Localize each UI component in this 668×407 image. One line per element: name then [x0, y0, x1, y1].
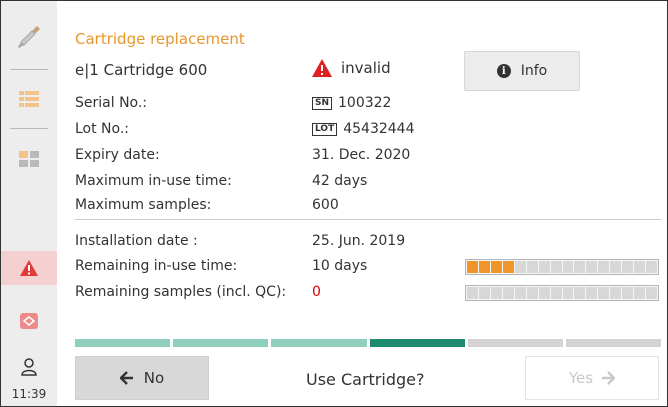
cartridge-icon[interactable]	[1, 309, 57, 333]
list-icon[interactable]	[1, 87, 57, 111]
bar-segment	[574, 261, 586, 273]
arrow-right-icon	[602, 371, 616, 385]
wizard-step	[565, 339, 662, 347]
bar-segment	[526, 287, 538, 299]
bar-segment	[514, 261, 526, 273]
bar-segment	[478, 261, 490, 273]
bar-segment	[646, 287, 657, 299]
bar-segment	[610, 261, 622, 273]
bar-segment	[550, 261, 562, 273]
bar-segment	[514, 287, 526, 299]
sn-tag: SN	[312, 96, 333, 110]
bar-segment	[467, 261, 478, 273]
no-button[interactable]: No	[75, 356, 209, 400]
lot-tag: LOT	[312, 122, 338, 136]
bar-segment	[586, 261, 598, 273]
sidebar: 11:39	[1, 1, 57, 406]
info-button-label: Info	[520, 63, 548, 79]
bar-segment	[502, 287, 514, 299]
user-icon[interactable]	[1, 355, 57, 379]
wizard-step	[173, 339, 269, 347]
bar-segment	[538, 261, 550, 273]
bar-segment	[562, 261, 574, 273]
sidebar-separator	[10, 69, 48, 70]
bar-segment	[490, 261, 502, 273]
sidebar-separator	[10, 128, 48, 129]
lot-value: LOT 45432444	[312, 121, 414, 137]
status-label: invalid	[341, 59, 391, 77]
bar-segment	[502, 261, 514, 273]
serial-label: Serial No.:	[75, 95, 148, 111]
bar-segment	[634, 287, 646, 299]
bar-segment	[586, 287, 598, 299]
bar-segment	[526, 261, 538, 273]
yes-button[interactable]: Yes	[525, 356, 659, 400]
remain-samples-bar	[465, 285, 659, 301]
remain-samples-value: 0	[312, 284, 321, 300]
info-icon: i	[496, 64, 511, 78]
wizard-step	[75, 339, 171, 347]
install-value: 25. Jun. 2019	[312, 233, 406, 249]
bar-segment	[467, 287, 478, 299]
install-label: Installation date :	[75, 233, 198, 249]
pipette-icon[interactable]	[1, 21, 57, 51]
bar-segment	[478, 287, 490, 299]
bar-segment	[538, 287, 550, 299]
bar-segment	[598, 287, 610, 299]
bar-segment	[598, 261, 610, 273]
wizard-step	[271, 339, 367, 347]
remain-samples-label: Remaining samples (incl. QC):	[75, 284, 287, 300]
bar-segment	[490, 287, 502, 299]
expiry-label: Expiry date:	[75, 147, 160, 163]
max-samples-label: Maximum samples:	[75, 197, 212, 213]
max-time-value: 42 days	[312, 173, 368, 189]
remain-time-label: Remaining in-use time:	[75, 258, 238, 274]
info-button[interactable]: i Info	[464, 51, 580, 91]
arrow-left-icon	[119, 371, 133, 385]
max-time-label: Maximum in-use time:	[75, 173, 232, 189]
wizard-progress	[75, 339, 662, 347]
cartridge-name: e|1 Cartridge 600	[75, 61, 208, 79]
section-divider	[75, 219, 661, 220]
bar-segment	[622, 287, 634, 299]
wizard-step	[369, 339, 465, 347]
remain-time-bar	[465, 259, 659, 275]
remain-time-value: 10 days	[312, 258, 368, 274]
bar-segment	[562, 287, 574, 299]
expiry-value: 31. Dec. 2020	[312, 147, 411, 163]
yes-button-label: Yes	[568, 369, 594, 387]
bar-segment	[550, 287, 562, 299]
lot-label: Lot No.:	[75, 121, 130, 137]
bar-segment	[622, 261, 634, 273]
page-title: Cartridge replacement	[75, 30, 245, 48]
clock-time: 11:39	[11, 387, 47, 401]
warning-icon	[312, 59, 332, 77]
lot-number: 45432444	[343, 121, 415, 137]
bar-segment	[646, 261, 657, 273]
warning-icon[interactable]	[1, 251, 57, 285]
no-button-label: No	[143, 369, 165, 387]
status-indicator: invalid	[312, 59, 391, 77]
use-cartridge-question: Use Cartridge?	[306, 370, 425, 389]
serial-value: SN 100322	[312, 95, 391, 111]
max-samples-value: 600	[312, 197, 339, 213]
grid-icon[interactable]	[1, 147, 57, 171]
bar-segment	[610, 287, 622, 299]
bar-segment	[634, 261, 646, 273]
bar-segment	[574, 287, 586, 299]
serial-number: 100322	[338, 95, 392, 111]
main-panel: Cartridge replacement e|1 Cartridge 600 …	[58, 1, 667, 406]
wizard-step	[467, 339, 563, 347]
